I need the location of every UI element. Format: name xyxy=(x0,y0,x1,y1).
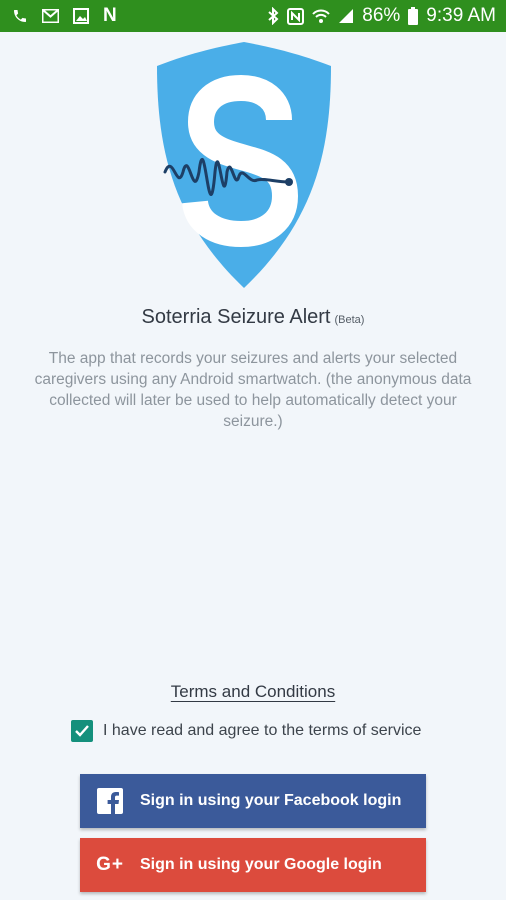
google-plus-icon: G+ xyxy=(80,854,140,876)
beta-badge: (Beta) xyxy=(334,314,365,326)
google-plus-glyph: G+ xyxy=(96,854,124,875)
n-icon: N xyxy=(103,5,117,27)
signal-icon xyxy=(338,8,354,24)
image-icon xyxy=(73,8,89,24)
clock: 9:39 AM xyxy=(426,5,496,26)
nfc-icon xyxy=(287,7,305,25)
wifi-icon xyxy=(312,8,330,24)
status-bar: N 86% 9:39 AM xyxy=(0,0,506,32)
app-title: Soterria Seizure Alert (Beta) xyxy=(0,306,506,329)
gmail-icon xyxy=(42,9,59,23)
check-icon xyxy=(75,725,89,737)
agree-row[interactable]: I have read and agree to the terms of se… xyxy=(71,719,421,743)
shield-wave-logo-icon xyxy=(157,42,331,288)
agree-label: I have read and agree to the terms of se… xyxy=(103,722,422,739)
app-description: The app that records your seizures and a… xyxy=(34,350,472,430)
facebook-login-label: Sign in using your Facebook login xyxy=(140,792,402,809)
bluetooth-icon xyxy=(267,7,279,25)
status-bar-right: 86% 9:39 AM xyxy=(259,5,496,27)
terms-and-conditions-link[interactable]: Terms and Conditions xyxy=(0,682,506,702)
status-bar-left: N xyxy=(12,5,131,27)
n-glyph: N xyxy=(103,5,117,26)
battery-level: 86% xyxy=(362,5,401,26)
phone-icon xyxy=(12,8,28,24)
app-title-text: Soterria Seizure Alert xyxy=(141,306,331,328)
agree-checkbox[interactable] xyxy=(71,720,93,742)
facebook-icon xyxy=(80,788,140,814)
google-login-label: Sign in using your Google login xyxy=(140,856,382,873)
google-login-button[interactable]: G+ Sign in using your Google login xyxy=(80,838,426,892)
battery-icon xyxy=(408,7,419,25)
facebook-login-button[interactable]: Sign in using your Facebook login xyxy=(80,774,426,828)
